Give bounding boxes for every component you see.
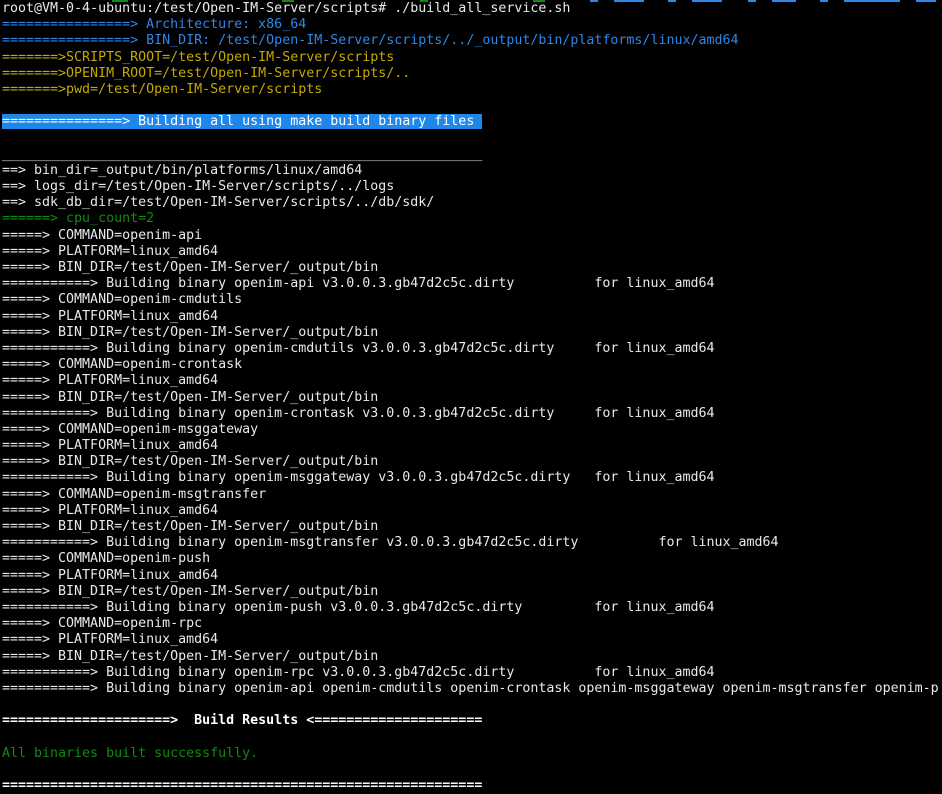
platform-line: =====> PLATFORM=linux_amd64 bbox=[2, 373, 942, 389]
command-line: =====> COMMAND=openim-crontask bbox=[2, 357, 942, 373]
bindir-line: =====> BIN_DIR=/test/Open-IM-Server/_out… bbox=[2, 260, 942, 276]
platform-line: =====> PLATFORM=linux_amd64 bbox=[2, 568, 942, 584]
blank-line bbox=[2, 697, 942, 713]
command-line: =====> COMMAND=openim-rpc bbox=[2, 616, 942, 632]
platform-line: =====> PLATFORM=linux_amd64 bbox=[2, 309, 942, 325]
build-results-header: =====================> Build Results <==… bbox=[2, 713, 942, 729]
building-binary-line: ===========> Building binary openim-api … bbox=[2, 276, 942, 292]
building-binary-line: ===========> Building binary openim-push… bbox=[2, 600, 942, 616]
pwd-line: =======>pwd=/test/Open-IM-Server/scripts bbox=[2, 82, 942, 98]
building-binary-line: ===========> Building binary openim-cmdu… bbox=[2, 341, 942, 357]
building-all-binaries-line: ===========> Building binary openim-api … bbox=[2, 681, 942, 697]
building-binary-line: ===========> Building binary openim-cron… bbox=[2, 406, 942, 422]
command-line: =====> COMMAND=openim-push bbox=[2, 551, 942, 567]
logs-dir-line: ==> logs_dir=/test/Open-IM-Server/script… bbox=[2, 179, 942, 195]
bindir-line: =====> BIN_DIR=/test/Open-IM-Server/_out… bbox=[2, 584, 942, 600]
bin-dir-line: ==> bin_dir=_output/bin/platforms/linux/… bbox=[2, 163, 942, 179]
bindir-line: =====> BIN_DIR=/test/Open-IM-Server/_out… bbox=[2, 519, 942, 535]
bindir-line: =====> BIN_DIR=/test/Open-IM-Server/_out… bbox=[2, 390, 942, 406]
terminal-screen[interactable]: root@VM-0-4-ubuntu:/test/Open-IM-Server/… bbox=[0, 0, 942, 794]
blank-line bbox=[2, 729, 942, 745]
build-all-banner: ===============> Building all using make… bbox=[2, 114, 942, 130]
platform-line: =====> PLATFORM=linux_amd64 bbox=[2, 632, 942, 648]
platform-line: =====> PLATFORM=linux_amd64 bbox=[2, 438, 942, 454]
building-binary-line: ===========> Building binary openim-msgt… bbox=[2, 535, 942, 551]
openim-root-line: =======>OPENIM_ROOT=/test/Open-IM-Server… bbox=[2, 66, 942, 82]
rule-line: ________________________________________… bbox=[2, 147, 942, 163]
prompt-line: root@VM-0-4-ubuntu:/test/Open-IM-Server/… bbox=[2, 1, 942, 17]
platform-line: =====> PLATFORM=linux_amd64 bbox=[2, 503, 942, 519]
command-line: =====> COMMAND=openim-msgtransfer bbox=[2, 487, 942, 503]
blank-line bbox=[2, 98, 942, 114]
bindir-line: =====> BIN_DIR=/test/Open-IM-Server/_out… bbox=[2, 325, 942, 341]
building-binary-line: ===========> Building binary openim-msgg… bbox=[2, 470, 942, 486]
architecture-line: ================> Architecture: x86_64 bbox=[2, 17, 942, 33]
terminal-output: root@VM-0-4-ubuntu:/test/Open-IM-Server/… bbox=[2, 1, 942, 794]
scripts-root-line: =======>SCRIPTS_ROOT=/test/Open-IM-Serve… bbox=[2, 50, 942, 66]
blank-line bbox=[2, 131, 942, 147]
build-success-line: All binaries built successfully. bbox=[2, 746, 942, 762]
sdk-db-dir-line: ==> sdk_db_dir=/test/Open-IM-Server/scri… bbox=[2, 195, 942, 211]
command-line: =====> COMMAND=openim-api bbox=[2, 228, 942, 244]
blank-line bbox=[2, 762, 942, 778]
separator-line: ========================================… bbox=[2, 778, 942, 794]
platform-line: =====> PLATFORM=linux_amd64 bbox=[2, 244, 942, 260]
command-line: =====> COMMAND=openim-cmdutils bbox=[2, 292, 942, 308]
bindir-line: =====> BIN_DIR=/test/Open-IM-Server/_out… bbox=[2, 649, 942, 665]
cpu-count-line: ======> cpu_count=2 bbox=[2, 211, 942, 227]
command-line: =====> COMMAND=openim-msggateway bbox=[2, 422, 942, 438]
building-binary-line: ===========> Building binary openim-rpc … bbox=[2, 665, 942, 681]
bindir-line: =====> BIN_DIR=/test/Open-IM-Server/_out… bbox=[2, 454, 942, 470]
bin-dir-path-line: ================> BIN_DIR: /test/Open-IM… bbox=[2, 33, 942, 49]
